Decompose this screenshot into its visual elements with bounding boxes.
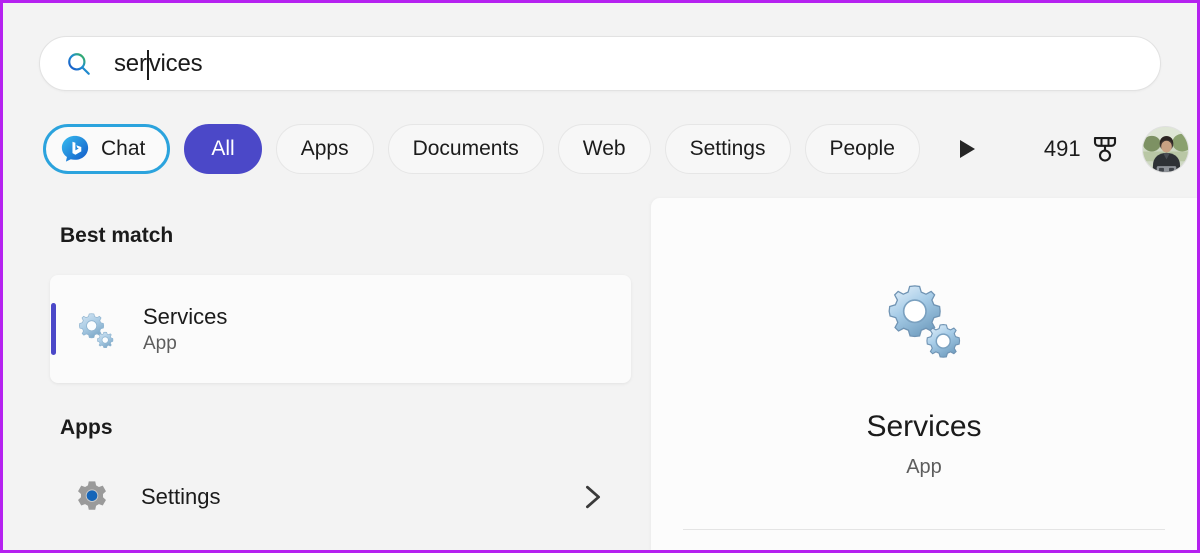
results-column: Best match Services App Apps Settings: [3, 198, 648, 550]
list-item-settings-label: Settings: [141, 484, 221, 509]
filter-pill-documents-label: Documents: [412, 137, 519, 160]
best-match-subtitle: App: [143, 333, 177, 355]
selection-accent-bar: [51, 303, 56, 355]
best-match-heading: Best match: [60, 224, 174, 247]
filter-pill-web[interactable]: Web: [557, 124, 651, 174]
best-match-result-services[interactable]: Services App: [50, 275, 631, 383]
filter-pill-settings[interactable]: Settings: [664, 124, 791, 174]
filter-pill-people[interactable]: People: [804, 124, 920, 174]
search-text: ser vices: [114, 49, 203, 80]
filter-pill-all[interactable]: All: [184, 124, 262, 174]
filter-pill-row: Chat All Apps Documents Web Settings Peo…: [3, 100, 1197, 198]
results-area: Best match Services App Apps Settings Se…: [3, 198, 1197, 550]
gears-icon: [79, 313, 114, 349]
rewards-counter[interactable]: 491: [1044, 134, 1120, 164]
play-triangle-right-icon[interactable]: [950, 129, 984, 169]
search-text-before-caret: ser: [114, 49, 147, 77]
filter-pill-documents[interactable]: Documents: [387, 124, 544, 174]
filter-pill-apps[interactable]: Apps: [275, 124, 374, 174]
apps-heading: Apps: [60, 416, 113, 439]
rewards-count: 491: [1043, 136, 1081, 161]
filter-pill-chat[interactable]: Chat: [43, 124, 171, 174]
list-item-settings[interactable]: Settings: [50, 463, 631, 531]
search-icon: [68, 52, 90, 75]
text-caret: [146, 49, 149, 80]
filter-pill-apps-label: Apps: [300, 137, 349, 160]
preview-subtitle: App: [906, 456, 942, 478]
settings-gear-icon: [78, 481, 106, 510]
filter-pill-chat-label: Chat: [101, 137, 146, 160]
search-text-after-caret: vices: [148, 49, 203, 77]
gears-icon-large: [888, 285, 961, 358]
medal-icon: [1093, 136, 1116, 162]
search-input[interactable]: ser vices: [39, 36, 1161, 91]
avatar[interactable]: [1141, 125, 1189, 173]
filter-pill-web-label: Web: [582, 137, 626, 160]
bing-chat-icon: [61, 135, 89, 162]
preview-panel: Services App: [651, 198, 1197, 550]
search-window: ser vices Chat All Apps Documents Web Se…: [0, 0, 1200, 553]
preview-title: Services: [866, 410, 982, 443]
filter-pill-settings-label: Settings: [689, 137, 766, 160]
filter-pill-people-label: People: [829, 137, 895, 160]
search-bar-row: ser vices: [3, 3, 1197, 100]
filter-pill-all-label: All: [211, 137, 235, 160]
best-match-texts: Services App: [143, 303, 227, 356]
best-match-title: Services: [143, 303, 228, 329]
preview-divider: [683, 529, 1165, 530]
chevron-right-icon[interactable]: [583, 483, 603, 511]
